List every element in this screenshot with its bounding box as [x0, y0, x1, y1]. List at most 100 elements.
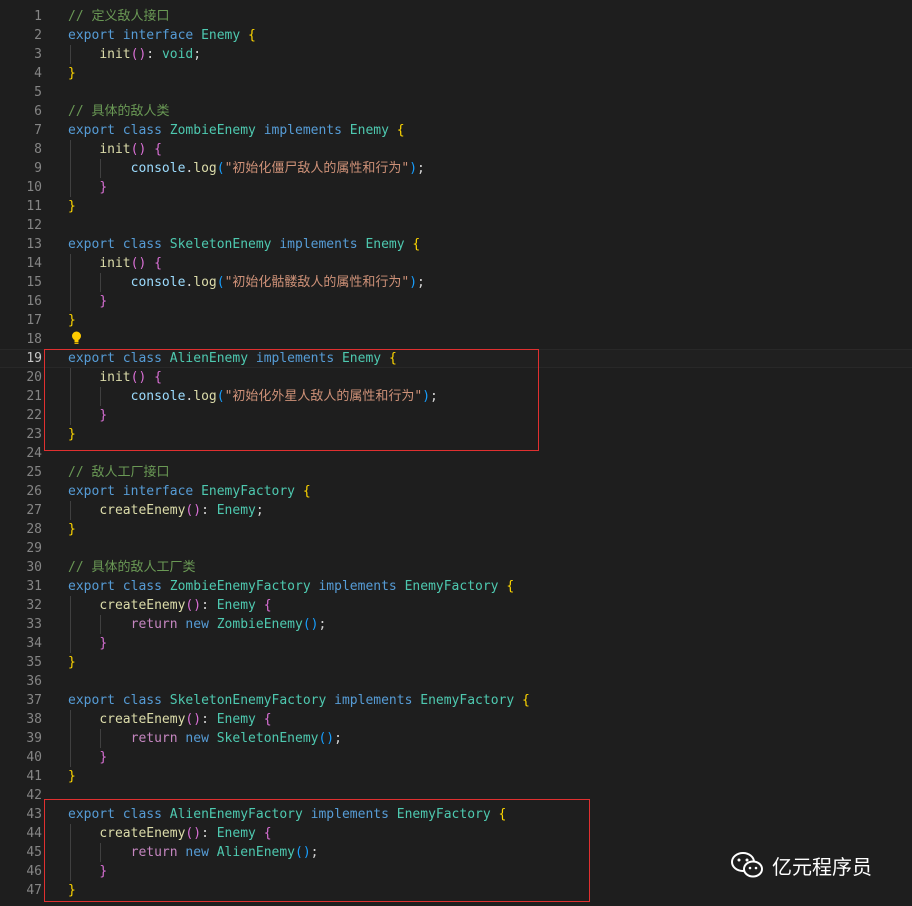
line-number: 32 — [26, 598, 42, 613]
code-line[interactable]: 38 createEnemy(): Enemy { — [0, 710, 912, 729]
line-number: 18 — [26, 332, 42, 347]
code-line[interactable]: 30 // 具体的敌人工厂类 — [0, 558, 912, 577]
code-line[interactable]: 10 } — [0, 178, 912, 197]
lightbulb-icon[interactable] — [71, 331, 82, 345]
code-token: ; — [430, 389, 438, 404]
code-token: class — [122, 237, 162, 252]
code-token: EnemyFactory — [396, 807, 491, 822]
code-line[interactable]: 41} — [0, 767, 912, 786]
code-token: export — [68, 28, 115, 43]
code-line[interactable]: 18 — [0, 330, 912, 349]
code-text: init() { — [68, 140, 162, 159]
code-token: log — [193, 161, 217, 176]
code-line[interactable]: 35} — [0, 653, 912, 672]
code-token: { — [396, 123, 405, 138]
code-token: () — [185, 503, 202, 518]
code-line[interactable]: 31 export class ZombieEnemyFactory implem… — [0, 577, 912, 596]
code-token: return — [130, 617, 178, 632]
code-line[interactable]: 6 // 具体的敌人类 — [0, 102, 912, 121]
code-line[interactable]: 17} — [0, 311, 912, 330]
code-token: } — [68, 522, 76, 537]
code-token: log — [193, 389, 217, 404]
code-line[interactable]: 28} — [0, 520, 912, 539]
line-number: 5 — [34, 85, 42, 100]
code-line[interactable]: 23} — [0, 425, 912, 444]
code-line[interactable]: 33 return new ZombieEnemy(); — [0, 615, 912, 634]
code-line[interactable]: 26 export interface EnemyFactory { — [0, 482, 912, 501]
code-token: AlienEnemyFactory — [169, 807, 303, 822]
code-line[interactable]: 37 export class SkeletonEnemyFactory impl… — [0, 691, 912, 710]
code-line[interactable]: 3 init(): void; — [0, 45, 912, 64]
code-text: } — [68, 767, 76, 786]
code-text: } — [68, 64, 76, 83]
code-token: () — [318, 731, 335, 746]
code-token: { — [263, 826, 272, 841]
code-token: new — [185, 617, 209, 632]
code-token: export — [68, 579, 115, 594]
code-text: export class ZombieEnemy implements Enem… — [68, 121, 405, 140]
code-line[interactable]: 16 } — [0, 292, 912, 311]
code-line[interactable]: 42 — [0, 786, 912, 805]
line-number: 13 — [26, 237, 42, 252]
code-token: ; — [417, 161, 425, 176]
code-text: export interface Enemy { — [68, 26, 256, 45]
code-token: { — [263, 712, 272, 727]
code-line[interactable]: 20 init() { — [0, 368, 912, 387]
code-token: EnemyFactory — [404, 579, 499, 594]
code-line[interactable]: 24 — [0, 444, 912, 463]
code-line[interactable]: 1 // 定义敌人接口 — [0, 7, 912, 26]
code-line[interactable]: 19 export class AlienEnemy implements Ene… — [0, 349, 912, 368]
code-line[interactable]: 21 console.log("初始化外星人敌人的属性和行为"); — [0, 387, 912, 406]
line-number: 8 — [34, 142, 42, 157]
code-line[interactable]: 44 createEnemy(): Enemy { — [0, 824, 912, 843]
code-line[interactable]: 2 export interface Enemy { — [0, 26, 912, 45]
code-line[interactable]: 22 } — [0, 406, 912, 425]
code-line[interactable]: 8 init() { — [0, 140, 912, 159]
code-line[interactable]: 9 console.log("初始化僵尸敌人的属性和行为"); — [0, 159, 912, 178]
code-token: () — [130, 142, 147, 157]
code-line[interactable]: 43 export class AlienEnemyFactory impleme… — [0, 805, 912, 824]
code-line[interactable]: 29 — [0, 539, 912, 558]
code-token: export — [68, 123, 115, 138]
code-token: { — [154, 370, 162, 385]
code-line[interactable]: 36 — [0, 672, 912, 691]
code-line[interactable]: 15 console.log("初始化骷髅敌人的属性和行为"); — [0, 273, 912, 292]
code-line[interactable]: 7 export class ZombieEnemy implements Ene… — [0, 121, 912, 140]
code-line[interactable]: 4} — [0, 64, 912, 83]
line-number: 12 — [26, 218, 42, 233]
code-line[interactable]: 47} — [0, 881, 912, 900]
code-line[interactable]: 39 return new SkeletonEnemy(); — [0, 729, 912, 748]
code-line[interactable]: 32 createEnemy(): Enemy { — [0, 596, 912, 615]
code-line[interactable]: 40 } — [0, 748, 912, 767]
code-line[interactable]: 12 — [0, 216, 912, 235]
code-line[interactable]: 27 createEnemy(): Enemy; — [0, 501, 912, 520]
line-number: 6 — [34, 104, 42, 119]
code-line[interactable]: 13 export class SkeletonEnemy implements … — [0, 235, 912, 254]
code-text: console.log("初始化外星人敌人的属性和行为"); — [68, 387, 438, 406]
code-line[interactable]: 25 // 敌人工厂接口 — [0, 463, 912, 482]
code-editor[interactable]: 1// 定义敌人接口 2 export interface Enemy {3 ini… — [0, 7, 912, 900]
line-number: 42 — [26, 788, 42, 803]
code-line[interactable]: 34 } — [0, 634, 912, 653]
line-number: 46 — [26, 864, 42, 879]
code-token: export — [68, 807, 115, 822]
code-token: () — [185, 712, 202, 727]
code-line[interactable]: 11} — [0, 197, 912, 216]
line-number: 41 — [26, 769, 42, 784]
line-number: 9 — [34, 161, 42, 176]
code-line[interactable]: 14 init() { — [0, 254, 912, 273]
code-token: export — [68, 484, 115, 499]
code-token: Enemy — [201, 28, 241, 43]
code-line[interactable]: 5 — [0, 83, 912, 102]
code-token: interface — [122, 484, 194, 499]
